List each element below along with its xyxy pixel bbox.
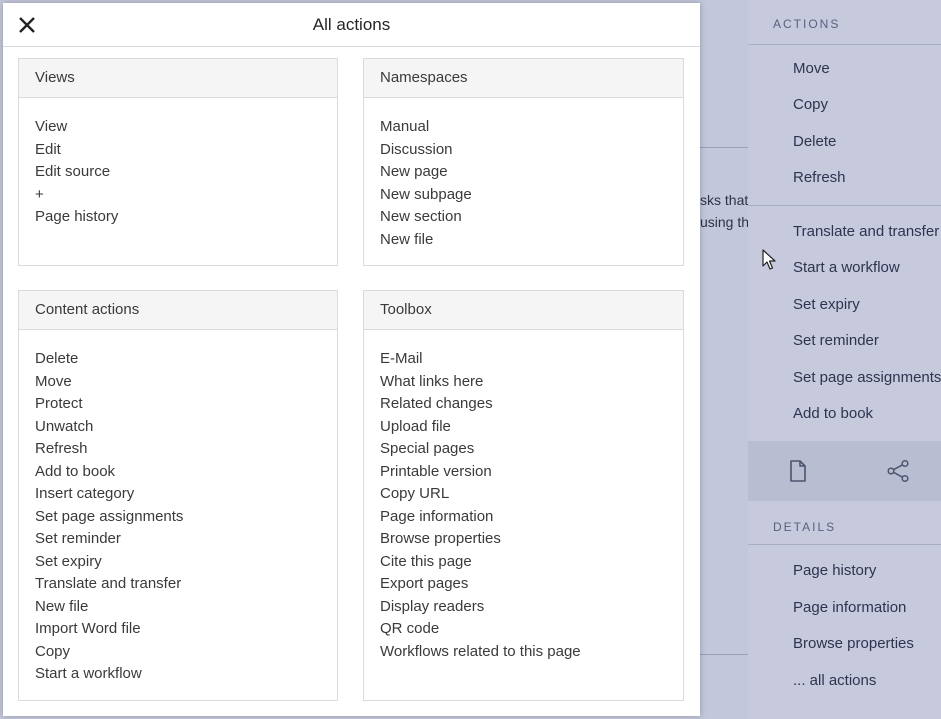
sidebar-separator <box>748 544 941 545</box>
action-new-file[interactable]: New file <box>35 596 337 619</box>
action-copy-url[interactable]: Copy URL <box>380 483 683 506</box>
action-cite-this-page[interactable]: Cite this page <box>380 551 683 574</box>
panel-list: Manual Discussion New page New subpage N… <box>364 98 683 251</box>
action-view[interactable]: View <box>35 116 337 139</box>
action-browse-properties[interactable]: Browse properties <box>380 528 683 551</box>
sidebar-item-move[interactable]: Move <box>793 60 830 77</box>
sidebar-actions-heading: ACTIONS <box>773 17 841 31</box>
action-add[interactable]: + <box>35 184 337 207</box>
action-what-links-here[interactable]: What links here <box>380 371 683 394</box>
panel-toolbox: Toolbox E-Mail What links here Related c… <box>363 290 684 701</box>
action-unwatch[interactable]: Unwatch <box>35 416 337 439</box>
action-set-page-assignments[interactable]: Set page assignments <box>35 506 337 529</box>
sidebar-item-add-to-book[interactable]: Add to book <box>793 405 873 422</box>
actions-sidebar: ACTIONS Move Copy Delete Refresh Transla… <box>748 0 941 719</box>
panel-namespaces: Namespaces Manual Discussion New page Ne… <box>363 58 684 266</box>
all-actions-dialog: All actions Views View Edit Edit source … <box>3 3 700 716</box>
sidebar-item-page-information[interactable]: Page information <box>793 599 906 616</box>
action-new-subpage[interactable]: New subpage <box>380 184 683 207</box>
panel-heading: Toolbox <box>364 291 683 330</box>
background-divider <box>700 654 748 655</box>
dialog-header: All actions <box>3 3 700 47</box>
action-discussion[interactable]: Discussion <box>380 139 683 162</box>
action-page-information[interactable]: Page information <box>380 506 683 529</box>
panel-views: Views View Edit Edit source + Page histo… <box>18 58 338 266</box>
action-start-workflow[interactable]: Start a workflow <box>35 663 337 686</box>
panel-list: View Edit Edit source + Page history <box>19 98 337 229</box>
sidebar-item-set-reminder[interactable]: Set reminder <box>793 332 879 349</box>
sidebar-item-all-actions[interactable]: ... all actions <box>793 672 876 689</box>
action-email[interactable]: E-Mail <box>380 348 683 371</box>
panel-content-actions: Content actions Delete Move Protect Unwa… <box>18 290 338 701</box>
action-new-section[interactable]: New section <box>380 206 683 229</box>
sidebar-details-heading: DETAILS <box>773 520 837 534</box>
sidebar-item-set-expiry[interactable]: Set expiry <box>793 296 860 313</box>
action-add-to-book[interactable]: Add to book <box>35 461 337 484</box>
sidebar-item-refresh[interactable]: Refresh <box>793 169 846 186</box>
panel-heading: Views <box>19 59 337 98</box>
action-translate-and-transfer[interactable]: Translate and transfer <box>35 573 337 596</box>
background-divider <box>700 147 748 148</box>
action-related-changes[interactable]: Related changes <box>380 393 683 416</box>
sidebar-item-browse-properties[interactable]: Browse properties <box>793 635 914 652</box>
mouse-cursor-icon <box>762 249 776 270</box>
action-printable-version[interactable]: Printable version <box>380 461 683 484</box>
action-new-page[interactable]: New page <box>380 161 683 184</box>
action-protect[interactable]: Protect <box>35 393 337 416</box>
panel-heading: Content actions <box>19 291 337 330</box>
action-move[interactable]: Move <box>35 371 337 394</box>
sidebar-separator <box>748 205 941 206</box>
sidebar-separator <box>748 44 941 45</box>
share-icon[interactable] <box>886 459 910 483</box>
action-page-history[interactable]: Page history <box>35 206 337 229</box>
panel-list: E-Mail What links here Related changes U… <box>364 330 683 663</box>
sidebar-item-set-page-assignments[interactable]: Set page assignments <box>793 369 941 386</box>
panel-heading: Namespaces <box>364 59 683 98</box>
page-icon[interactable] <box>786 459 810 483</box>
action-edit[interactable]: Edit <box>35 139 337 162</box>
action-insert-category[interactable]: Insert category <box>35 483 337 506</box>
action-export-pages[interactable]: Export pages <box>380 573 683 596</box>
action-refresh[interactable]: Refresh <box>35 438 337 461</box>
action-upload-file[interactable]: Upload file <box>380 416 683 439</box>
sidebar-item-page-history[interactable]: Page history <box>793 562 876 579</box>
action-manual[interactable]: Manual <box>380 116 683 139</box>
sidebar-item-start-workflow[interactable]: Start a workflow <box>793 259 900 276</box>
background-text-line: using th <box>700 214 748 230</box>
sidebar-item-delete[interactable]: Delete <box>793 133 836 150</box>
panel-list: Delete Move Protect Unwatch Refresh Add … <box>19 330 337 686</box>
action-set-expiry[interactable]: Set expiry <box>35 551 337 574</box>
action-special-pages[interactable]: Special pages <box>380 438 683 461</box>
action-edit-source[interactable]: Edit source <box>35 161 337 184</box>
action-delete[interactable]: Delete <box>35 348 337 371</box>
action-new-file[interactable]: New file <box>380 229 683 252</box>
sidebar-icon-strip <box>748 441 941 501</box>
background-text-line: sks that <box>700 192 748 208</box>
action-copy[interactable]: Copy <box>35 641 337 664</box>
action-display-readers[interactable]: Display readers <box>380 596 683 619</box>
action-import-word-file[interactable]: Import Word file <box>35 618 337 641</box>
action-set-reminder[interactable]: Set reminder <box>35 528 337 551</box>
action-workflows-related[interactable]: Workflows related to this page <box>380 641 683 664</box>
sidebar-item-copy[interactable]: Copy <box>793 96 828 113</box>
dialog-title: All actions <box>312 15 391 34</box>
action-qr-code[interactable]: QR code <box>380 618 683 641</box>
sidebar-item-translate-and-transfer[interactable]: Translate and transfer <box>793 223 939 240</box>
